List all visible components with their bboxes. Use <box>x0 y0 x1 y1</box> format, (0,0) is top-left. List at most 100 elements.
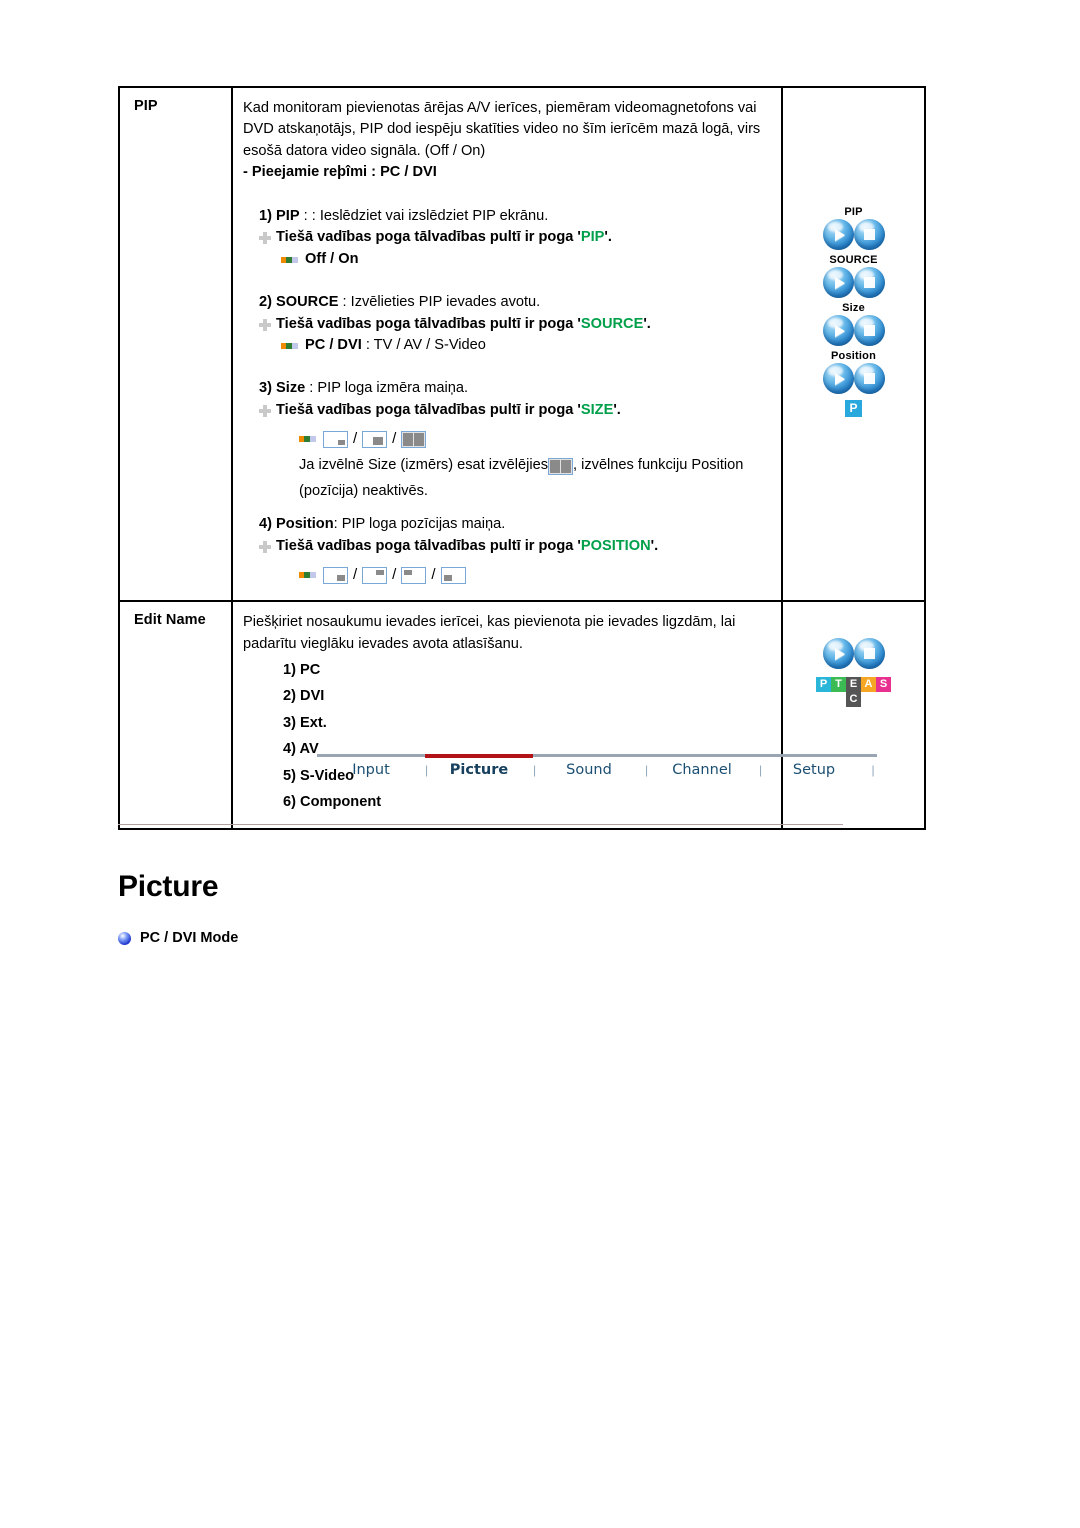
pip-item-1-options: Off / On <box>259 249 771 270</box>
separator-slash: / <box>392 430 397 448</box>
remote-label-source: SOURCE <box>829 254 878 267</box>
table-row-edit-name: Edit Name Piešķiriet nosaukumu ievades i… <box>118 600 926 830</box>
play-sphere-icon <box>822 315 854 347</box>
section-nav: Input | Picture | Sound | Channel | Setu… <box>317 754 877 794</box>
plus-icon <box>259 232 271 245</box>
pip-position-top-right-icon <box>362 566 388 584</box>
pip-item-4-key: POSITION <box>580 537 651 554</box>
pip-modes-line: - Pieejamie reþîmi : PC / DVI <box>243 164 437 181</box>
row-body-pip: Kad monitoram pievienotas ārējas A/V ier… <box>231 85 783 603</box>
pip-item-2-term: SOURCE <box>276 294 339 311</box>
pip-item-1-direct-text: Tiešā vadības poga tālvadības pultī ir p… <box>276 229 612 246</box>
pip-item-2-options: PC / DVI : TV / AV / S-Video <box>259 335 771 356</box>
stop-sphere-icon <box>853 219 885 251</box>
stop-sphere-icon <box>853 363 885 395</box>
pip-item-3-direct: Tiešā vadības poga tālvadības pultī ir p… <box>259 400 771 421</box>
pip-item-1-heading: 1) PIP : : Ieslēdziet vai izslēdziet PIP… <box>259 206 771 227</box>
nav-active-indicator <box>425 754 533 758</box>
separator-slash: / <box>353 566 358 584</box>
pip-size-options: / / <box>259 428 771 450</box>
pip-item-3-heading: 3) Size : PIP loga izmēra maiņa. <box>259 378 771 399</box>
pip-item-2-key: SOURCE <box>580 315 644 332</box>
list-item: 3) Ext. <box>283 714 327 731</box>
nav-item-input[interactable]: Input <box>317 762 425 778</box>
edit-name-intro-text: Piešķiriet nosaukumu ievades ierīcei, ka… <box>243 614 736 652</box>
pip-item-2-direct: Tiešā vadības poga tālvadības pultī ir p… <box>259 314 771 335</box>
pip-item-1: 1) PIP : : Ieslēdziet vai izslēdziet PIP… <box>243 206 771 270</box>
p-chip-icon: P <box>845 400 862 418</box>
remote-pair-pip <box>783 219 924 251</box>
row-body-edit-name: Piešķiriet nosaukumu ievades ierīcei, ka… <box>231 600 783 830</box>
pip-item-4-direct-text: Tiešā vadības poga tālvadības pultī ir p… <box>276 537 659 554</box>
play-sphere-icon <box>822 363 854 395</box>
pip-item-4-term: Position <box>276 516 334 533</box>
pip-item-4-heading: 4) Position: PIP loga pozīcijas maiņa. <box>259 514 771 535</box>
pip-item-2-direct-text: Tiešā vadības poga tālvadības pultī ir p… <box>276 315 651 332</box>
pip-item-1-direct: Tiešā vadības poga tālvadības pultī ir p… <box>259 227 771 248</box>
pip-position-bottom-right-icon <box>323 566 348 584</box>
pip-position-top-left-icon <box>401 566 427 584</box>
settings-table: PIP Kad monitoram pievienotas ārējas A/V… <box>118 85 926 830</box>
pip-item-3-direct-text: Tiešā vadības poga tālvadības pultī ir p… <box>276 401 621 418</box>
remote-pair-edit-name <box>783 638 924 670</box>
pip-size-double-icon <box>401 430 427 448</box>
separator-slash: / <box>431 566 436 584</box>
section-title: PC / DVI Mode <box>140 930 239 946</box>
pip-item-4-desc: : PIP loga pozīcijas maiņa. <box>333 516 506 533</box>
list-item: 1) PC <box>283 661 321 678</box>
remote-pair-position <box>783 363 924 395</box>
nav-item-picture[interactable]: Picture <box>425 762 533 778</box>
list-item: 2) DVI <box>283 688 325 705</box>
blue-bullet-icon <box>118 931 131 945</box>
play-sphere-icon <box>822 219 854 251</box>
pip-size-note-after: , izvēlnes funkciju Position <box>573 457 744 474</box>
plus-icon <box>259 540 271 553</box>
separator-slash: / <box>392 566 397 584</box>
nav-item-channel[interactable]: Channel <box>645 762 759 778</box>
pip-item-3-term: Size <box>276 380 306 397</box>
play-sphere-icon <box>822 267 854 299</box>
edit-name-icon-group: P T E A S C <box>783 602 924 708</box>
nav-item-setup[interactable]: Setup <box>759 762 869 778</box>
pip-item-1-key: PIP <box>580 229 605 246</box>
tile-p: P <box>816 677 831 693</box>
plus-icon <box>259 318 271 331</box>
remote-label-size: Size <box>842 302 865 315</box>
pteasc-tiles: P T E A S C <box>816 677 891 708</box>
tile-a: A <box>861 677 876 693</box>
tile-c: C <box>846 692 861 708</box>
stop-sphere-icon <box>853 315 885 347</box>
content-divider <box>118 824 843 825</box>
pip-item-3-key: SIZE <box>580 401 614 418</box>
tile-e: E <box>846 677 861 693</box>
pip-item-4-num: 4) <box>259 516 272 533</box>
remote-pair-source <box>783 267 924 299</box>
dash-bullet-icon <box>281 342 298 349</box>
row-label-edit-name: Edit Name <box>118 600 233 830</box>
plus-icon <box>259 404 271 417</box>
pip-size-note-line2: (pozīcija) neaktivēs. <box>299 482 428 499</box>
table-row-pip: PIP Kad monitoram pievienotas ārējas A/V… <box>118 85 926 603</box>
pip-item-2-desc: : Izvēlieties PIP ievades avotu. <box>338 294 541 311</box>
pip-item-1-options-text: Off / On <box>305 250 359 267</box>
dash-bullet-icon <box>299 436 316 443</box>
pip-item-1-desc: : : Ieslēdziet vai izslēdziet PIP ekrānu… <box>299 207 549 224</box>
nav-item-sound[interactable]: Sound <box>533 762 645 778</box>
pip-size-small-icon <box>323 430 348 448</box>
pip-position-bottom-left-icon <box>440 566 466 584</box>
section-header: PC / DVI Mode <box>118 930 238 946</box>
dash-bullet-icon <box>299 572 316 579</box>
pip-item-2-options-text: PC / DVI : TV / AV / S-Video <box>305 336 486 353</box>
list-item: 6) Component <box>283 794 382 811</box>
pip-size-note-line1: Ja izvēlnē Size (izmērs) esat izvēlējies… <box>259 455 771 476</box>
pip-size-double-icon-inline <box>548 457 573 475</box>
remote-label-pip: PIP <box>844 206 863 218</box>
pip-item-3-desc: : PIP loga izmēra maiņa. <box>305 380 469 397</box>
pip-item-4-direct: Tiešā vadības poga tālvadības pultī ir p… <box>259 536 771 557</box>
pip-size-medium-icon <box>362 430 388 448</box>
pip-item-1-num: 1) <box>259 207 272 224</box>
play-sphere-icon <box>822 638 854 670</box>
pip-item-2-heading: 2) SOURCE : Izvēlieties PIP ievades avot… <box>259 292 771 313</box>
remote-pair-size <box>783 315 924 347</box>
pip-item-3-num: 3) <box>259 380 272 397</box>
